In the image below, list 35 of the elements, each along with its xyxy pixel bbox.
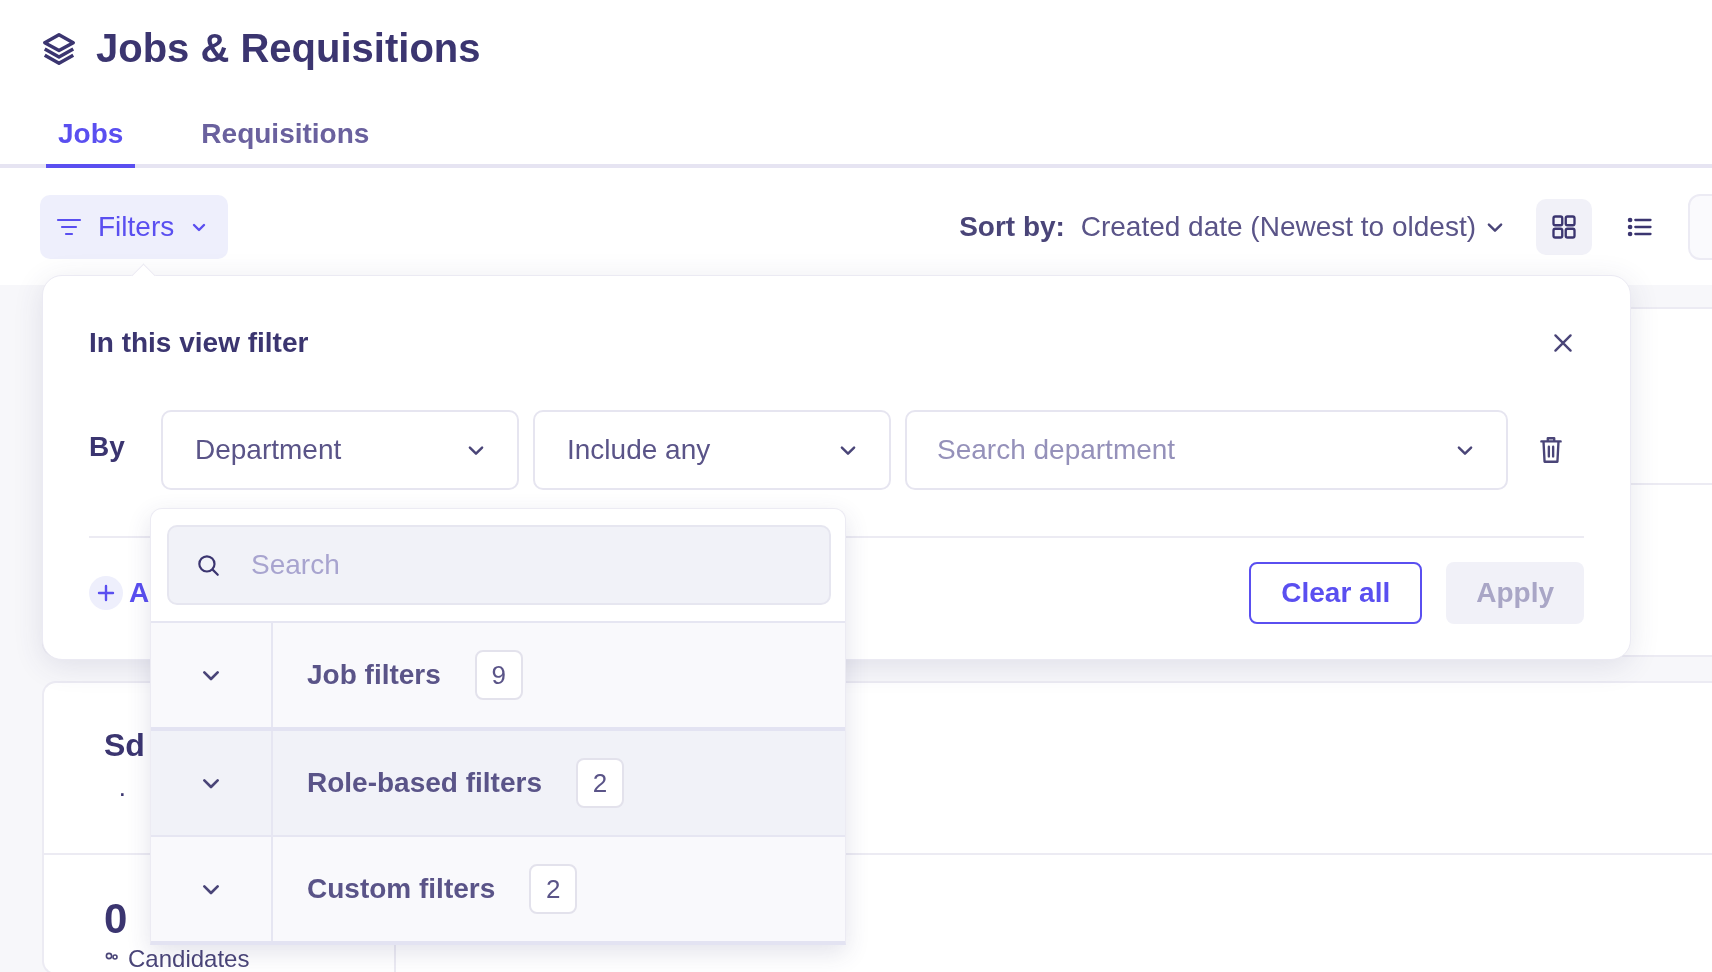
filters-button[interactable]: Filters [40, 194, 229, 259]
value-select[interactable]: Search department [905, 410, 1508, 490]
panel-title: In this view filter [89, 327, 310, 359]
search-icon [195, 552, 221, 578]
page-title: Jobs & Requisitions [96, 25, 481, 71]
search-field[interactable]: Search [249, 548, 829, 582]
candidates-label: Candidates [128, 945, 250, 972]
add-filter-link[interactable]: A [129, 577, 150, 609]
count-badge: 2 [575, 758, 624, 808]
tab[interactable]: Jobs [46, 118, 136, 168]
sort-dropdown[interactable]: Sort by: Created date (Newest to oldest) [953, 209, 1512, 244]
field-select[interactable]: Department [161, 410, 519, 490]
grid-icon [1550, 212, 1578, 241]
filter-group-row[interactable]: Custom filters 2 [151, 835, 845, 941]
operator-select[interactable]: Include any [533, 410, 891, 490]
candidate-count: 0 [104, 895, 128, 943]
by-label: By [89, 431, 126, 463]
filter-group-row[interactable]: Role-based filters 2 [151, 727, 845, 835]
bullet-text: · [118, 778, 127, 809]
value-search-input[interactable]: Search department [935, 433, 1454, 467]
group-label: Job filters [307, 659, 441, 691]
search-box[interactable]: Search [167, 525, 831, 605]
trash-icon [1538, 435, 1564, 465]
layers-icon [40, 30, 78, 68]
tab[interactable]: Requisitions [189, 118, 382, 168]
clear-all-button[interactable]: Clear all [1249, 562, 1423, 624]
delete-button[interactable] [1538, 435, 1564, 465]
count-badge: 9 [474, 650, 523, 700]
count-badge: 2 [529, 864, 578, 914]
add-icon[interactable] [89, 576, 123, 610]
job-title: Sd [104, 727, 145, 764]
group-label: Role-based filters [307, 767, 542, 799]
group-label: Custom filters [307, 873, 496, 905]
filter-group-row[interactable]: Job filters 9 [151, 621, 845, 727]
grid-view-button[interactable] [1536, 198, 1592, 255]
